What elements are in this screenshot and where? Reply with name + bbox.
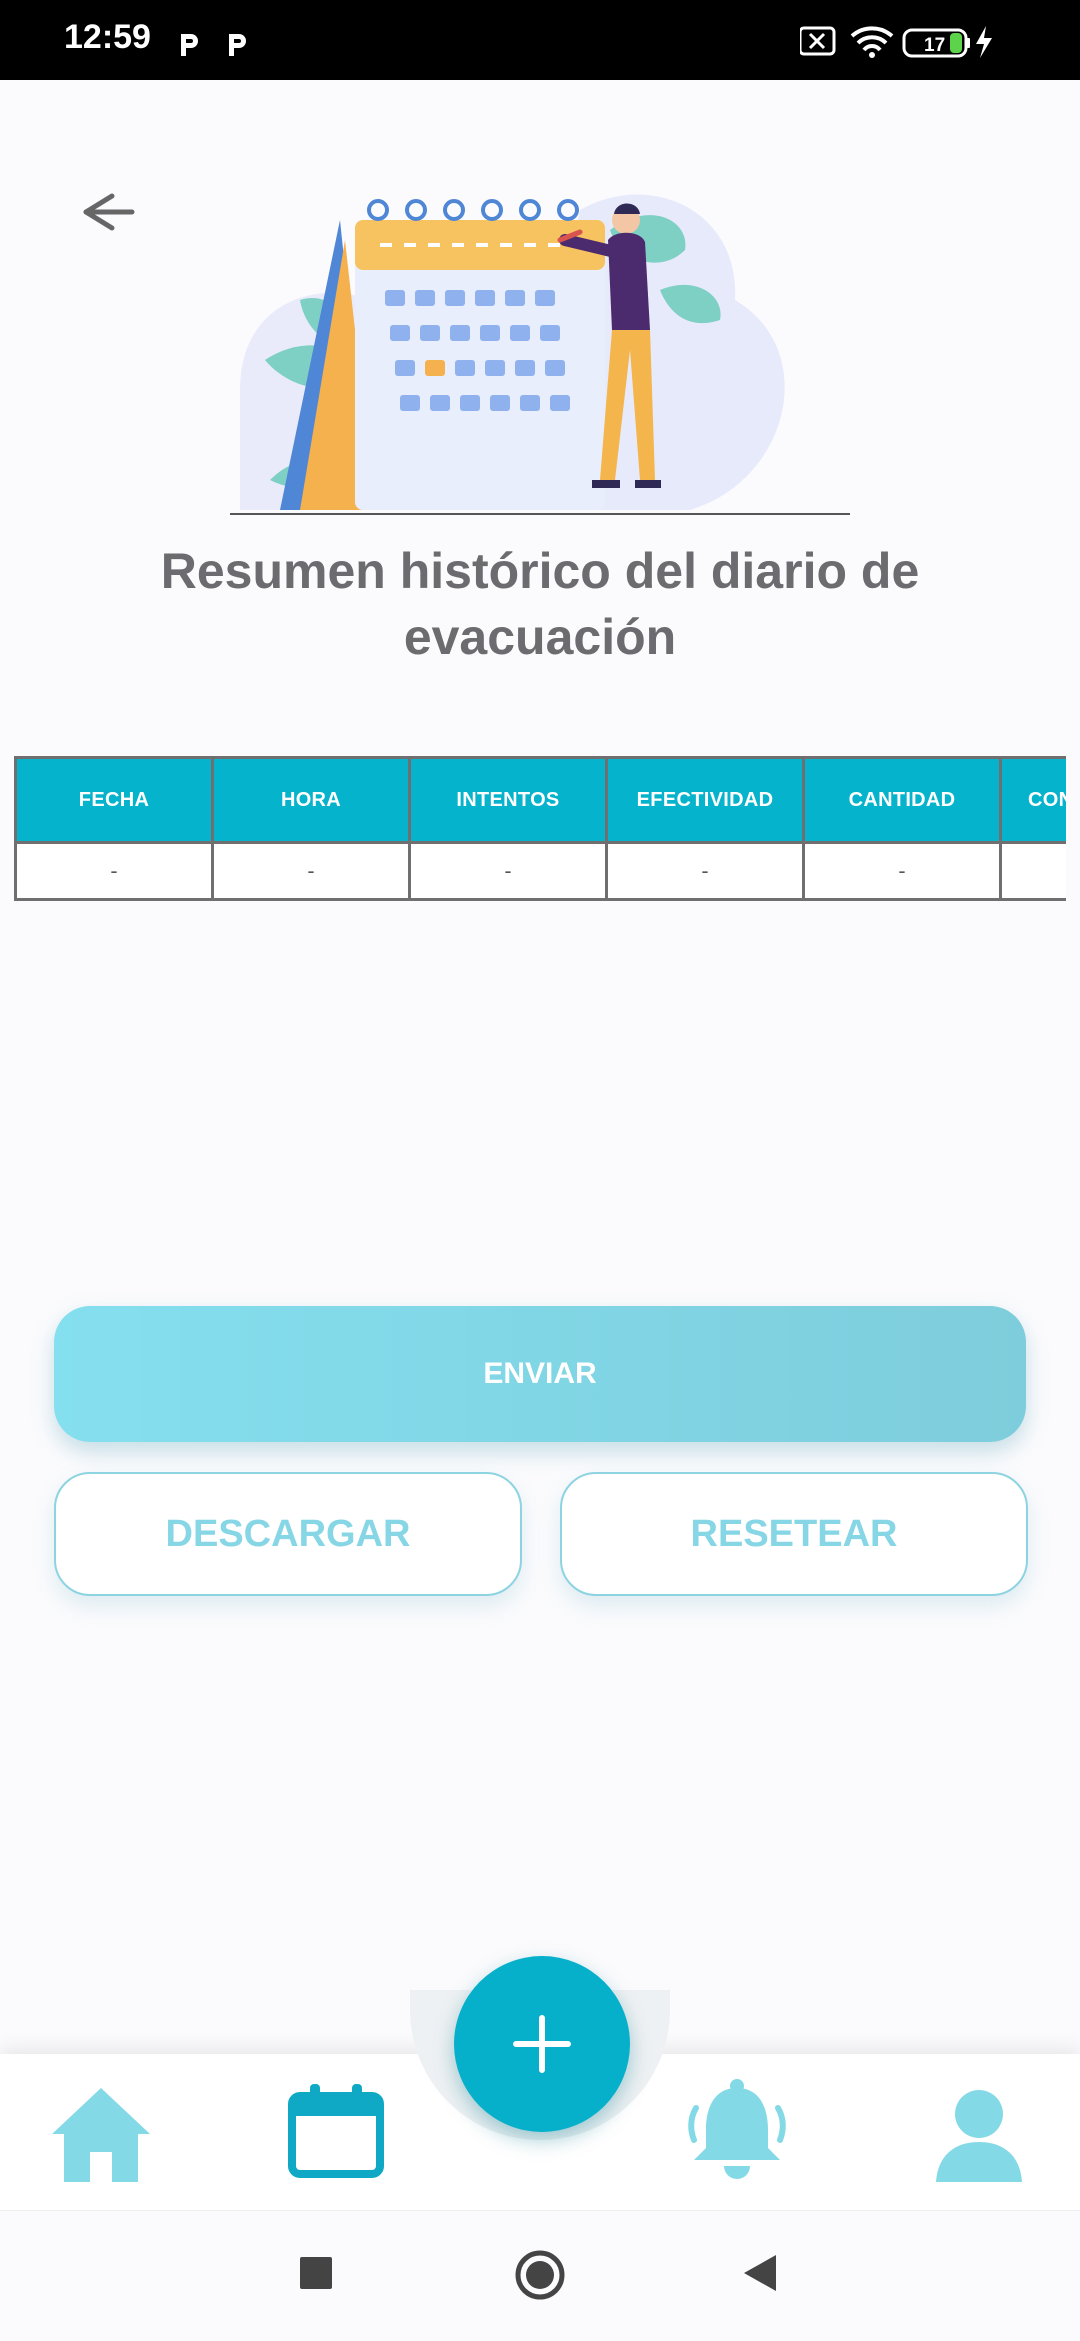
table-cell: - <box>211 841 411 901</box>
calendar-rings <box>367 199 579 221</box>
home-circle-icon[interactable] <box>514 2249 566 2301</box>
user-icon[interactable] <box>934 2084 1024 2184</box>
charging-icon <box>976 26 992 58</box>
no-sim-icon <box>798 26 836 56</box>
status-time: 12:59 <box>64 18 151 56</box>
download-button[interactable]: DESCARGAR <box>54 1472 522 1596</box>
parking-icon <box>229 34 246 56</box>
plus-icon <box>513 2015 571 2073</box>
table-cell: - <box>408 841 608 901</box>
calendar-illustration <box>230 194 850 515</box>
table-header-row: FECHA HORA INTENTOS EFECTIVIDAD CANTIDAD… <box>14 756 1066 844</box>
back-arrow-icon[interactable] <box>72 182 142 242</box>
reset-button[interactable]: RESETEAR <box>560 1472 1028 1596</box>
table-cell: - <box>14 841 214 901</box>
col-hora: HORA <box>211 756 411 844</box>
battery-level: 17 <box>924 35 945 56</box>
table-row: - - - - - <box>14 841 1066 901</box>
send-button[interactable]: ENVIAR <box>54 1306 1026 1442</box>
battery-icon: 17 <box>902 28 970 58</box>
page-title: Resumen histórico del diario de evacuaci… <box>160 543 920 665</box>
table-cell <box>999 841 1066 901</box>
status-bar: 12:59 17 <box>0 0 1080 80</box>
back-triangle-icon[interactable] <box>742 2253 778 2293</box>
col-consistencia: CONSI <box>999 756 1066 844</box>
calendar-icon[interactable] <box>286 2082 386 2178</box>
col-fecha: FECHA <box>14 756 214 844</box>
home-icon[interactable] <box>48 2082 154 2186</box>
bell-icon[interactable] <box>686 2078 788 2184</box>
history-table[interactable]: FECHA HORA INTENTOS EFECTIVIDAD CANTIDAD… <box>14 756 1066 906</box>
status-icons: 17 <box>798 22 1050 62</box>
recent-apps-icon[interactable] <box>298 2255 334 2291</box>
system-navigation-bar <box>0 2210 1080 2341</box>
col-efectividad: EFECTIVIDAD <box>605 756 805 844</box>
table-cell: - <box>802 841 1002 901</box>
add-button[interactable] <box>454 1956 630 2132</box>
col-cantidad: CANTIDAD <box>802 756 1002 844</box>
table-cell: - <box>605 841 805 901</box>
wifi-icon <box>850 26 894 58</box>
parking-icon <box>181 34 198 56</box>
col-intentos: INTENTOS <box>408 756 608 844</box>
